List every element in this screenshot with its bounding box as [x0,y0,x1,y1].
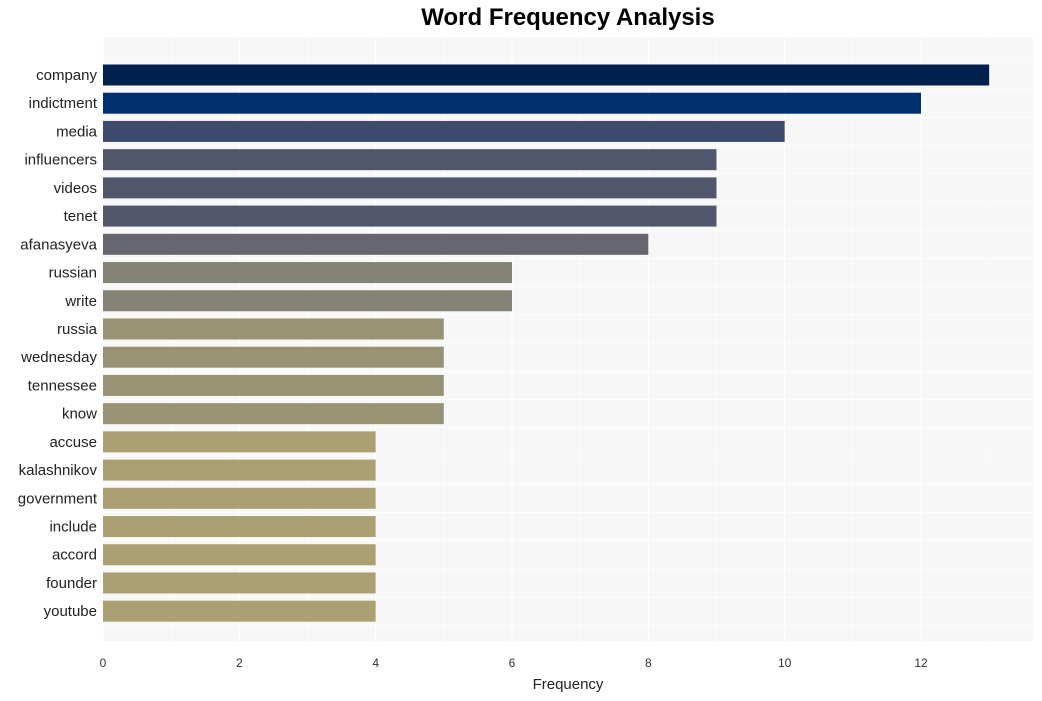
category-label: tennessee [28,377,97,394]
category-label: founder [46,575,97,592]
x-tick-label: 8 [645,656,652,670]
x-tick-label: 12 [914,656,928,670]
category-label: accuse [49,434,97,451]
category-label: tenet [64,208,98,225]
x-axis-title: Frequency [533,676,604,693]
bar-tenet [103,205,717,227]
category-label: russia [57,321,98,338]
bar-accord [103,544,376,566]
x-tick-label: 6 [509,656,516,670]
bar-tennessee [103,374,444,396]
category-label: write [64,293,97,310]
bar-chart: company indictment media influencers videos t… [18,37,1033,693]
x-axis-ticks: 0 2 4 6 8 10 12 [100,656,928,670]
category-label: media [56,123,98,140]
category-label: videos [54,180,97,197]
bar-wednesday [103,346,444,368]
category-label: russian [49,265,97,282]
bar-government [103,487,376,509]
bar-include [103,516,376,538]
category-label: wednesday [20,349,97,366]
bar-accuse [103,431,376,453]
bar-know [103,403,444,425]
bar-russia [103,318,444,340]
bar-founder [103,572,376,594]
category-labels: company indictment media influencers videos t… [18,67,98,620]
x-tick-label: 4 [372,656,379,670]
bar-youtube [103,600,376,622]
bar-kalashnikov [103,459,376,481]
bar-afanasyeva [103,233,649,255]
category-label: know [62,406,97,423]
category-label: government [18,490,98,507]
bar-media [103,120,785,142]
category-label: indictment [29,95,98,112]
category-label: youtube [44,603,97,620]
x-tick-label: 0 [100,656,107,670]
x-tick-label: 10 [778,656,792,670]
x-tick-label: 2 [236,656,243,670]
category-label: include [49,519,97,536]
bar-videos [103,177,717,199]
bar-write [103,290,512,312]
category-label: company [36,67,97,84]
bar-russian [103,262,512,284]
category-label: kalashnikov [19,462,98,479]
bar-influencers [103,149,717,171]
bar-company [103,64,990,86]
category-label: afanasyeva [20,236,97,253]
category-label: accord [52,547,97,564]
category-label: influencers [24,152,97,169]
bar-indictment [103,92,921,114]
